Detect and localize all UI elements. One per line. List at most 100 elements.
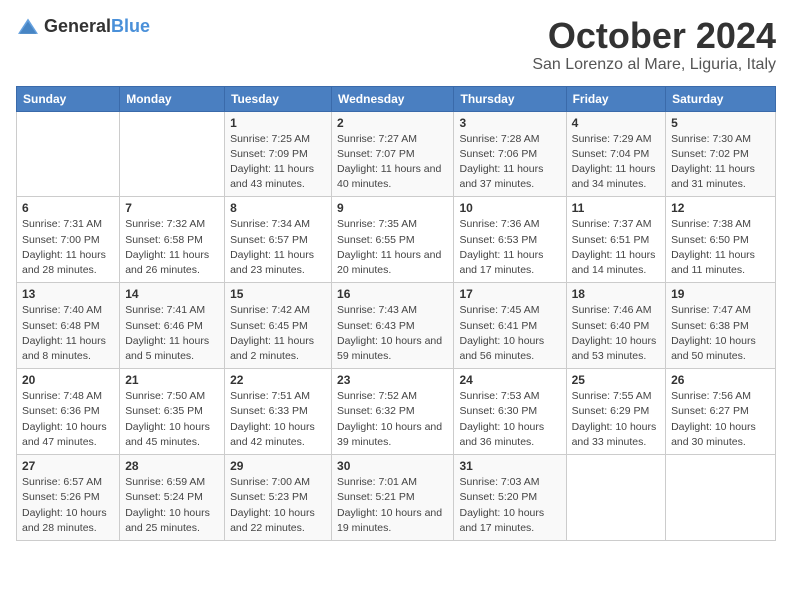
day-info: Sunrise: 7:35 AM Sunset: 6:55 PM Dayligh… [337, 217, 448, 278]
day-number: 15 [230, 287, 326, 301]
day-number: 30 [337, 459, 448, 473]
logo-icon [16, 17, 40, 37]
calendar-week-row: 13Sunrise: 7:40 AM Sunset: 6:48 PM Dayli… [17, 283, 776, 369]
calendar-week-row: 6 Sunrise: 7:31 AM Sunset: 7:00 PM Daylig… [17, 197, 776, 283]
day-number: 19 [671, 287, 770, 301]
calendar-cell [120, 111, 225, 197]
day-info: Sunrise: 7:56 AM Sunset: 6:27 PM Dayligh… [671, 389, 770, 450]
day-number: 23 [337, 373, 448, 387]
day-number: 4 [572, 116, 660, 130]
calendar-cell: 30 Sunrise: 7:01 AM Sunset: 5:21 PM Dayli… [332, 455, 454, 541]
calendar-cell: 3 Sunrise: 7:28 AM Sunset: 7:06 PM Daylig… [454, 111, 566, 197]
day-number: 17 [459, 287, 560, 301]
day-number: 14 [125, 287, 219, 301]
day-info: Sunrise: 7:53 AM Sunset: 6:30 PM Dayligh… [459, 389, 560, 450]
calendar-cell: 21Sunrise: 7:50 AM Sunset: 6:35 PM Dayli… [120, 369, 225, 455]
day-number: 7 [125, 201, 219, 215]
day-number: 18 [572, 287, 660, 301]
day-number: 6 [22, 201, 114, 215]
calendar-cell: 27 Sunrise: 6:57 AM Sunset: 5:26 PM Dayli… [17, 455, 120, 541]
calendar-cell: 19 Sunrise: 7:47 AM Sunset: 6:38 PM Dayli… [666, 283, 776, 369]
day-number: 28 [125, 459, 219, 473]
day-number: 24 [459, 373, 560, 387]
day-info: Sunrise: 7:29 AM Sunset: 7:04 PM Dayligh… [572, 132, 660, 193]
day-info: Sunrise: 7:28 AM Sunset: 7:06 PM Dayligh… [459, 132, 560, 193]
day-of-week-header: Sunday [17, 86, 120, 111]
day-number: 27 [22, 459, 114, 473]
day-number: 22 [230, 373, 326, 387]
day-info: Sunrise: 7:36 AM Sunset: 6:53 PM Dayligh… [459, 217, 560, 278]
calendar-cell: 11 Sunrise: 7:37 AM Sunset: 6:51 PM Dayli… [566, 197, 665, 283]
calendar-cell: 28Sunrise: 6:59 AM Sunset: 5:24 PM Dayli… [120, 455, 225, 541]
day-of-week-header: Thursday [454, 86, 566, 111]
location-subtitle: San Lorenzo al Mare, Liguria, Italy [532, 56, 776, 74]
calendar-week-row: 20 Sunrise: 7:48 AM Sunset: 6:36 PM Dayli… [17, 369, 776, 455]
page-header: GeneralBlue October 2024 San Lorenzo al … [16, 16, 776, 74]
calendar-week-row: 27 Sunrise: 6:57 AM Sunset: 5:26 PM Dayli… [17, 455, 776, 541]
calendar-cell: 22Sunrise: 7:51 AM Sunset: 6:33 PM Dayli… [225, 369, 332, 455]
calendar-cell [17, 111, 120, 197]
day-info: Sunrise: 7:37 AM Sunset: 6:51 PM Dayligh… [572, 217, 660, 278]
day-number: 31 [459, 459, 560, 473]
calendar-cell: 20 Sunrise: 7:48 AM Sunset: 6:36 PM Dayli… [17, 369, 120, 455]
day-number: 10 [459, 201, 560, 215]
day-number: 11 [572, 201, 660, 215]
day-info: Sunrise: 7:46 AM Sunset: 6:40 PM Dayligh… [572, 303, 660, 364]
calendar-cell: 12 Sunrise: 7:38 AM Sunset: 6:50 PM Dayli… [666, 197, 776, 283]
day-of-week-header: Wednesday [332, 86, 454, 111]
calendar-cell: 8 Sunrise: 7:34 AM Sunset: 6:57 PM Daylig… [225, 197, 332, 283]
calendar-cell: 7 Sunrise: 7:32 AM Sunset: 6:58 PM Daylig… [120, 197, 225, 283]
day-info: Sunrise: 7:45 AM Sunset: 6:41 PM Dayligh… [459, 303, 560, 364]
calendar-cell: 5 Sunrise: 7:30 AM Sunset: 7:02 PM Daylig… [666, 111, 776, 197]
day-info: Sunrise: 7:42 AM Sunset: 6:45 PM Dayligh… [230, 303, 326, 364]
day-info: Sunrise: 7:32 AM Sunset: 6:58 PM Dayligh… [125, 217, 219, 278]
calendar-cell: 2 Sunrise: 7:27 AM Sunset: 7:07 PM Daylig… [332, 111, 454, 197]
day-info: Sunrise: 7:30 AM Sunset: 7:02 PM Dayligh… [671, 132, 770, 193]
day-info: Sunrise: 7:03 AM Sunset: 5:20 PM Dayligh… [459, 475, 560, 536]
day-info: Sunrise: 7:47 AM Sunset: 6:38 PM Dayligh… [671, 303, 770, 364]
day-number: 5 [671, 116, 770, 130]
day-info: Sunrise: 7:50 AM Sunset: 6:35 PM Dayligh… [125, 389, 219, 450]
calendar-cell: 23 Sunrise: 7:52 AM Sunset: 6:32 PM Dayli… [332, 369, 454, 455]
calendar-cell: 17 Sunrise: 7:45 AM Sunset: 6:41 PM Dayli… [454, 283, 566, 369]
day-info: Sunrise: 7:00 AM Sunset: 5:23 PM Dayligh… [230, 475, 326, 536]
calendar-cell: 26 Sunrise: 7:56 AM Sunset: 6:27 PM Dayli… [666, 369, 776, 455]
calendar-cell: 25 Sunrise: 7:55 AM Sunset: 6:29 PM Dayli… [566, 369, 665, 455]
day-number: 20 [22, 373, 114, 387]
day-number: 29 [230, 459, 326, 473]
day-info: Sunrise: 7:01 AM Sunset: 5:21 PM Dayligh… [337, 475, 448, 536]
calendar-cell: 9Sunrise: 7:35 AM Sunset: 6:55 PM Daylig… [332, 197, 454, 283]
logo-text: GeneralBlue [44, 16, 150, 37]
logo-general: General [44, 16, 111, 36]
logo: GeneralBlue [16, 16, 150, 37]
day-info: Sunrise: 7:25 AM Sunset: 7:09 PM Dayligh… [230, 132, 326, 193]
calendar-cell: 16Sunrise: 7:43 AM Sunset: 6:43 PM Dayli… [332, 283, 454, 369]
month-title: October 2024 [532, 16, 776, 56]
calendar-cell: 13Sunrise: 7:40 AM Sunset: 6:48 PM Dayli… [17, 283, 120, 369]
day-info: Sunrise: 7:48 AM Sunset: 6:36 PM Dayligh… [22, 389, 114, 450]
day-number: 3 [459, 116, 560, 130]
calendar-cell: 29 Sunrise: 7:00 AM Sunset: 5:23 PM Dayli… [225, 455, 332, 541]
day-info: Sunrise: 7:34 AM Sunset: 6:57 PM Dayligh… [230, 217, 326, 278]
day-info: Sunrise: 7:27 AM Sunset: 7:07 PM Dayligh… [337, 132, 448, 193]
day-of-week-header: Saturday [666, 86, 776, 111]
day-info: Sunrise: 7:38 AM Sunset: 6:50 PM Dayligh… [671, 217, 770, 278]
day-info: Sunrise: 7:55 AM Sunset: 6:29 PM Dayligh… [572, 389, 660, 450]
day-info: Sunrise: 6:57 AM Sunset: 5:26 PM Dayligh… [22, 475, 114, 536]
day-of-week-header: Tuesday [225, 86, 332, 111]
calendar-cell: 14Sunrise: 7:41 AM Sunset: 6:46 PM Dayli… [120, 283, 225, 369]
day-number: 12 [671, 201, 770, 215]
calendar-cell: 31 Sunrise: 7:03 AM Sunset: 5:20 PM Dayli… [454, 455, 566, 541]
calendar-week-row: 1Sunrise: 7:25 AM Sunset: 7:09 PM Daylig… [17, 111, 776, 197]
calendar-cell: 1Sunrise: 7:25 AM Sunset: 7:09 PM Daylig… [225, 111, 332, 197]
calendar-header-row: SundayMondayTuesdayWednesdayThursdayFrid… [17, 86, 776, 111]
day-info: Sunrise: 7:52 AM Sunset: 6:32 PM Dayligh… [337, 389, 448, 450]
calendar-cell: 15 Sunrise: 7:42 AM Sunset: 6:45 PM Dayli… [225, 283, 332, 369]
day-info: Sunrise: 7:31 AM Sunset: 7:00 PM Dayligh… [22, 217, 114, 278]
day-of-week-header: Monday [120, 86, 225, 111]
day-number: 26 [671, 373, 770, 387]
day-number: 25 [572, 373, 660, 387]
day-number: 2 [337, 116, 448, 130]
day-number: 8 [230, 201, 326, 215]
day-number: 16 [337, 287, 448, 301]
